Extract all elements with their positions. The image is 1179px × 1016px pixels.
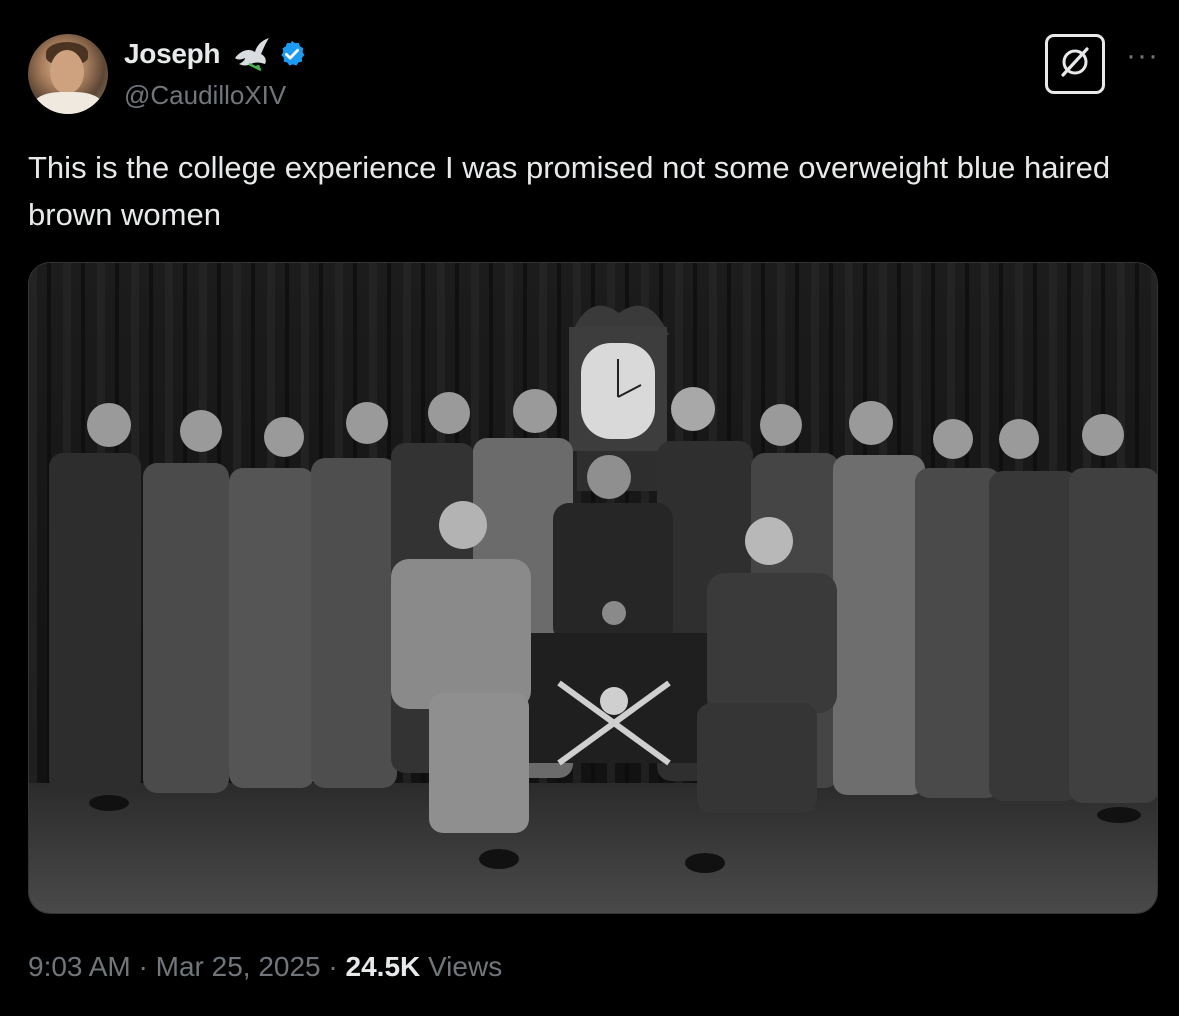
meta-separator: · [138, 951, 148, 982]
author-badges [231, 36, 307, 77]
grok-button[interactable] [1045, 34, 1105, 94]
verified-badge-icon[interactable] [277, 39, 307, 74]
avatar[interactable] [28, 34, 108, 114]
dove-icon [231, 36, 271, 77]
avatar-face [50, 50, 84, 94]
views-label: Views [428, 951, 503, 982]
author-name[interactable]: Joseph [124, 38, 221, 70]
grok-icon [1057, 44, 1093, 85]
meta-separator: · [328, 951, 338, 982]
more-icon[interactable]: ··· [1126, 41, 1159, 71]
group-photo-illustration [29, 263, 1157, 913]
tweet-date[interactable]: Mar 25, 2025 [156, 951, 321, 982]
author-handle[interactable]: @CaudilloXIV [124, 80, 286, 111]
tweet-time[interactable]: 9:03 AM [28, 951, 131, 982]
tweet-text: This is the college experience I was pro… [28, 150, 1111, 232]
avatar-shirt [34, 92, 102, 114]
views-count: 24.5K [345, 951, 421, 982]
tweet-photo[interactable] [28, 262, 1158, 914]
tweet-meta: 9:03 AM · Mar 25, 2025 · 24.5K Views [28, 951, 502, 983]
